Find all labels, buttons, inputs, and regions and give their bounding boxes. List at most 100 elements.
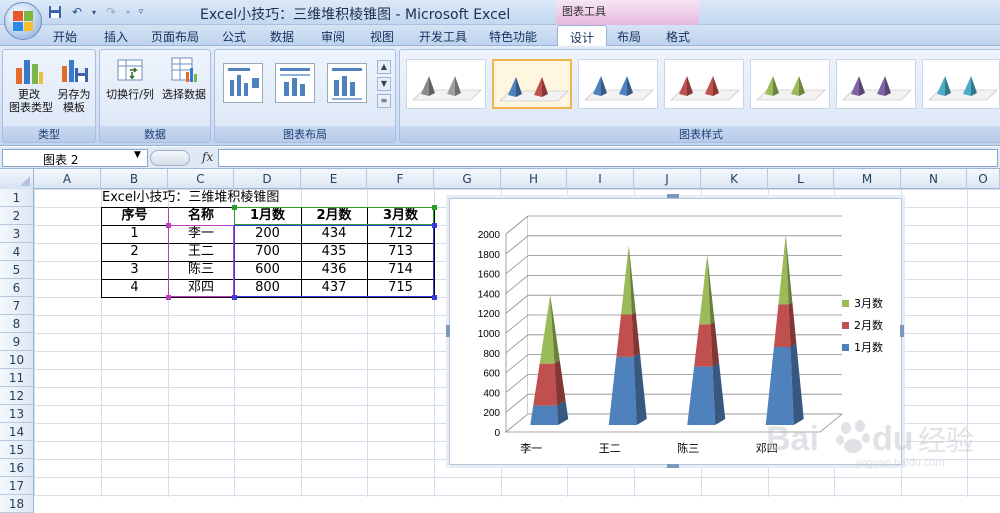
table-cell[interactable]: 715 xyxy=(367,279,434,297)
tab-review[interactable]: 审阅 xyxy=(321,28,345,45)
table-header-cell[interactable]: 序号 xyxy=(101,207,168,225)
formula-input[interactable] xyxy=(218,149,998,167)
table-cell[interactable]: 437 xyxy=(301,279,367,297)
chart-style-purple[interactable] xyxy=(836,59,916,109)
column-header[interactable]: I xyxy=(567,169,634,189)
range-handle[interactable] xyxy=(432,295,437,300)
row-header[interactable]: 1 xyxy=(0,189,34,207)
chart-style-teal[interactable] xyxy=(922,59,1000,109)
sheet-title-cell[interactable]: Excel小技巧：三维堆积棱锥图 xyxy=(102,189,402,207)
column-header[interactable]: G xyxy=(434,169,501,189)
tab-view[interactable]: 视图 xyxy=(370,28,394,45)
row-header[interactable]: 12 xyxy=(0,387,34,405)
row-header[interactable]: 17 xyxy=(0,477,34,495)
column-header[interactable]: F xyxy=(367,169,434,189)
chart-layout-3[interactable] xyxy=(327,63,367,103)
table-header-cell[interactable]: 3月数 xyxy=(367,207,434,225)
row-header[interactable]: 4 xyxy=(0,243,34,261)
table-cell[interactable]: 4 xyxy=(101,279,168,297)
range-handle[interactable] xyxy=(232,205,237,210)
chart-style-gray[interactable] xyxy=(406,59,486,109)
undo-dropdown-icon[interactable]: ▾ xyxy=(90,3,98,21)
row-header[interactable]: 2 xyxy=(0,207,34,225)
range-handle[interactable] xyxy=(432,223,437,228)
row-header[interactable]: 6 xyxy=(0,279,34,297)
customize-qat-icon[interactable]: ▿ xyxy=(136,3,146,21)
tab-formulas[interactable]: 公式 xyxy=(222,28,246,45)
select-all-corner[interactable] xyxy=(0,169,34,189)
table-cell[interactable]: 712 xyxy=(367,225,434,243)
table-cell[interactable]: 434 xyxy=(301,225,367,243)
column-header[interactable]: A xyxy=(34,169,101,189)
chart-handle-bottom[interactable] xyxy=(667,464,679,468)
insert-function-icon[interactable]: fx xyxy=(202,150,213,164)
row-header[interactable]: 15 xyxy=(0,441,34,459)
table-cell[interactable]: 邓四 xyxy=(168,279,234,297)
tab-layout[interactable]: 布局 xyxy=(617,28,641,45)
column-header[interactable]: O xyxy=(967,169,1000,189)
row-header[interactable]: 13 xyxy=(0,405,34,423)
office-button[interactable] xyxy=(4,2,42,40)
column-header[interactable]: D xyxy=(234,169,301,189)
table-cell[interactable]: 435 xyxy=(301,243,367,261)
tab-developer[interactable]: 开发工具 xyxy=(419,28,467,45)
chart-handle-right[interactable] xyxy=(900,325,904,337)
chart-handle-top[interactable] xyxy=(667,194,679,198)
tab-home[interactable]: 开始 xyxy=(53,28,77,45)
layout-gallery-more-icon[interactable]: ≡ xyxy=(377,94,391,108)
chart-layout-1[interactable] xyxy=(223,63,263,103)
row-header[interactable]: 8 xyxy=(0,315,34,333)
column-header[interactable]: C xyxy=(168,169,234,189)
chart-layout-2[interactable] xyxy=(275,63,315,103)
table-header-cell[interactable]: 1月数 xyxy=(234,207,301,225)
table-cell[interactable]: 3 xyxy=(101,261,168,279)
row-header[interactable]: 5 xyxy=(0,261,34,279)
row-header[interactable]: 16 xyxy=(0,459,34,477)
formula-expand-icon[interactable] xyxy=(150,150,190,166)
row-header[interactable]: 7 xyxy=(0,297,34,315)
tab-special-features[interactable]: 特色功能 xyxy=(489,28,537,45)
chart-style-red[interactable] xyxy=(664,59,744,109)
row-header[interactable]: 10 xyxy=(0,351,34,369)
table-cell[interactable]: 800 xyxy=(234,279,301,297)
chart-style-multicolor[interactable] xyxy=(492,59,572,109)
row-header[interactable]: 11 xyxy=(0,369,34,387)
layout-gallery-up-icon[interactable]: ▲ xyxy=(377,60,391,74)
table-cell[interactable]: 713 xyxy=(367,243,434,261)
name-box[interactable]: 图表 2 xyxy=(2,149,148,167)
column-header[interactable]: M xyxy=(834,169,901,189)
save-as-template-button[interactable]: 另存为 模板 xyxy=(53,54,95,114)
table-cell[interactable]: 陈三 xyxy=(168,261,234,279)
chart-handle-left[interactable] xyxy=(446,325,450,337)
range-handle[interactable] xyxy=(432,205,437,210)
row-header[interactable]: 18 xyxy=(0,495,34,513)
table-cell[interactable]: 700 xyxy=(234,243,301,261)
select-data-button[interactable]: 选择数据 xyxy=(158,54,210,101)
save-icon[interactable] xyxy=(46,3,64,21)
switch-row-column-button[interactable]: 切换行/列 xyxy=(104,54,156,101)
tab-insert[interactable]: 插入 xyxy=(104,28,128,45)
table-cell[interactable]: 1 xyxy=(101,225,168,243)
chart-style-green[interactable] xyxy=(750,59,830,109)
table-header-cell[interactable]: 名称 xyxy=(168,207,234,225)
table-cell[interactable]: 714 xyxy=(367,261,434,279)
tab-design[interactable]: 设计 xyxy=(557,25,608,47)
column-header[interactable]: L xyxy=(768,169,834,189)
redo-dropdown-icon[interactable]: ▾ xyxy=(124,3,132,21)
name-box-dropdown-icon[interactable]: ▼ xyxy=(134,150,141,160)
table-cell[interactable]: 200 xyxy=(234,225,301,243)
table-cell[interactable]: 436 xyxy=(301,261,367,279)
undo-icon[interactable]: ↶ xyxy=(68,3,86,21)
column-header[interactable]: N xyxy=(901,169,967,189)
tab-data[interactable]: 数据 xyxy=(270,28,294,45)
range-handle[interactable] xyxy=(232,295,237,300)
row-header[interactable]: 3 xyxy=(0,225,34,243)
table-cell[interactable]: 李一 xyxy=(168,225,234,243)
table-cell[interactable]: 2 xyxy=(101,243,168,261)
range-handle[interactable] xyxy=(166,295,171,300)
row-header[interactable]: 9 xyxy=(0,333,34,351)
column-header[interactable]: H xyxy=(501,169,567,189)
table-cell[interactable]: 600 xyxy=(234,261,301,279)
layout-gallery-down-icon[interactable]: ▼ xyxy=(377,77,391,91)
range-handle[interactable] xyxy=(166,223,171,228)
